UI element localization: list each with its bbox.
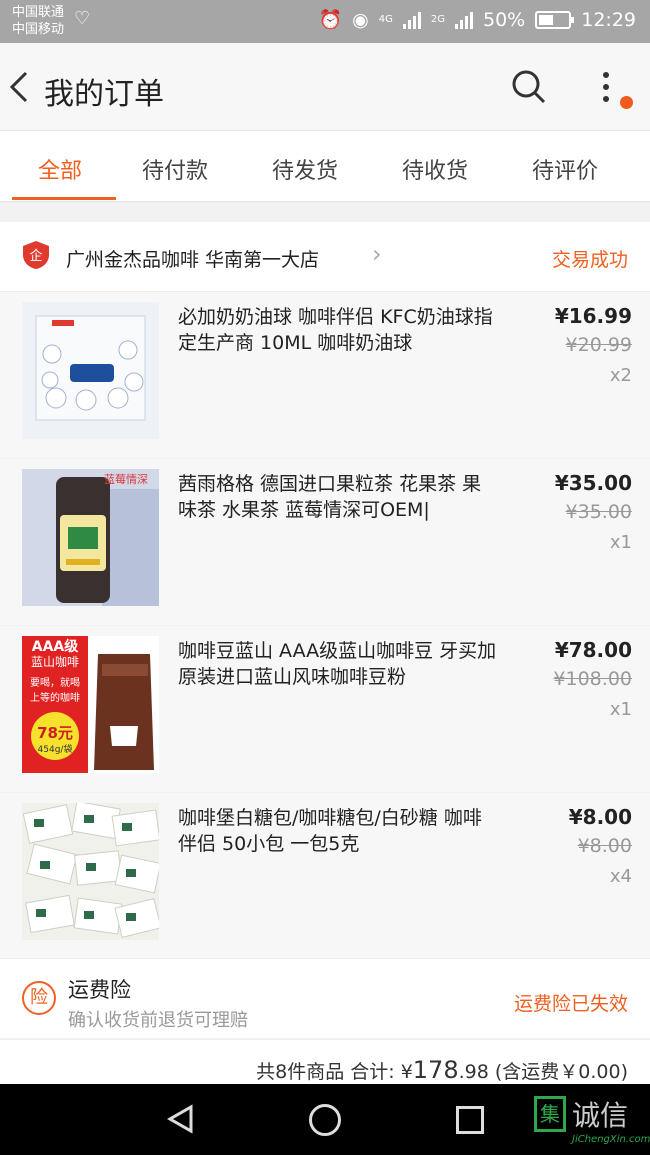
system-recents-icon[interactable] — [456, 1106, 484, 1134]
shop-shield-icon: 企 — [23, 241, 49, 269]
product-price: ¥35.00 — [554, 471, 632, 495]
image-weight-text: 454g/袋 — [37, 745, 73, 755]
product-image — [22, 302, 159, 439]
active-tab-indicator — [12, 197, 116, 200]
battery-icon — [535, 10, 575, 29]
watermark-text: 诚信 — [572, 1099, 629, 1132]
original-price: ¥20.99 — [565, 334, 632, 356]
battery-percent: 50% — [483, 8, 526, 31]
shop-header[interactable]: 企 广州金杰品咖啡 华南第一大店 › 交易成功 — [0, 222, 650, 292]
shop-name[interactable]: 广州金杰品咖啡 华南第一大店 — [66, 245, 319, 272]
total-label: 合计: ¥ — [350, 1061, 413, 1083]
shipping-fee: (含运费￥0.00) — [494, 1061, 628, 1083]
insurance-description: 确认收货前退货可理赔 — [68, 1010, 248, 1031]
product-price: ¥8.00 — [568, 805, 632, 829]
insurance-icon: 险 — [22, 981, 56, 1015]
product-image-label: 蓝莓情深 — [104, 473, 148, 486]
carrier-2: 中国移动 — [12, 22, 65, 37]
order-summary: 共8件商品 合计: ¥178.98 (含运费￥0.00) — [0, 1039, 650, 1084]
watermark-url: JiChengXin.com — [572, 1134, 650, 1145]
item-count: 共8件商品 — [256, 1061, 345, 1083]
product-title[interactable]: 茜雨格格 德国进口果粒茶 花果茶 果味茶 水果茶 蓝莓情深可OEM| — [178, 471, 500, 523]
product-title[interactable]: 咖啡堡白糖包/咖啡糖包/白砂糖 咖啡伴侣 50小包 一包5克 — [178, 805, 500, 857]
image-price-text: 78元 — [37, 724, 73, 742]
chevron-right-icon: › — [372, 240, 382, 268]
product-quantity: x2 — [609, 365, 632, 386]
system-back-icon[interactable] — [166, 1104, 196, 1134]
tab-pending-payment[interactable]: 待付款 — [142, 153, 208, 185]
order-tabs: 全部 待付款 待发货 待收货 待评价 — [0, 130, 650, 202]
notification-dot — [620, 96, 633, 109]
insurance-title: 运费险 — [68, 978, 131, 1002]
signal-2-icon — [455, 11, 473, 29]
product-image: AAA级 蓝山咖啡 要喝，就喝 上等的咖啡 78元 454g/袋 — [22, 636, 159, 773]
search-icon[interactable] — [511, 69, 547, 105]
status-bar: 中国联通 中国移动 ♡ ⏰ ◉ 4G 2G 50% 12:29 — [0, 0, 650, 43]
image-slogan-2: 上等的咖啡 — [30, 693, 80, 704]
carrier-info: 中国联通 中国移动 — [12, 4, 64, 38]
tab-pending-review[interactable]: 待评价 — [532, 153, 598, 185]
product-price: ¥16.99 — [554, 304, 632, 328]
tab-pending-receipt[interactable]: 待收货 — [402, 153, 468, 185]
net-2-label: 2G — [430, 14, 445, 25]
order-item[interactable]: AAA级 蓝山咖啡 要喝，就喝 上等的咖啡 78元 454g/袋 咖啡豆蓝山 A… — [0, 626, 650, 792]
original-price: ¥8.00 — [577, 835, 632, 857]
top-nav-bar: 我的订单 — [0, 43, 650, 130]
order-item[interactable]: 蓝莓情深 茜雨格格 德国进口果粒茶 花果茶 果味茶 水果茶 蓝莓情深可OEM| … — [0, 459, 650, 625]
order-item[interactable]: 必加奶奶油球 咖啡伴侣 KFC奶油球指定生产商 10ML 咖啡奶油球 ¥16.9… — [0, 292, 650, 458]
clock: 12:29 — [581, 8, 636, 31]
more-vertical-icon[interactable] — [595, 69, 617, 105]
watermark-logo-mark: 集 — [534, 1096, 566, 1132]
product-title[interactable]: 咖啡豆蓝山 AAA级蓝山咖啡豆 牙买加原装进口蓝山风味咖啡豆粉 — [178, 638, 500, 690]
total-amount-integer: 178 — [412, 1056, 459, 1084]
image-grade-text: AAA级 — [31, 639, 79, 655]
product-quantity: x1 — [609, 699, 632, 720]
product-quantity: x4 — [609, 866, 632, 887]
insurance-status: 运费险已失效 — [513, 993, 628, 1015]
product-quantity: x1 — [609, 532, 632, 553]
image-slogan-1: 要喝，就喝 — [30, 678, 80, 689]
product-image: 蓝莓情深 — [22, 469, 159, 606]
order-total: 共8件商品 合计: ¥178.98 (含运费￥0.00) — [256, 1056, 628, 1084]
original-price: ¥35.00 — [565, 501, 632, 523]
system-home-icon[interactable] — [309, 1104, 341, 1136]
image-brand-text: 蓝山咖啡 — [30, 655, 79, 669]
tab-pending-shipment[interactable]: 待发货 — [272, 153, 338, 185]
svg-text:企: 企 — [29, 248, 42, 264]
carrier-1: 中国联通 — [12, 5, 65, 20]
page-title: 我的订单 — [44, 77, 164, 112]
order-status: 交易成功 — [551, 249, 628, 271]
watermark-logo: 集 诚信 JiChengXin.com — [530, 1092, 650, 1152]
health-icon: ♡ — [74, 8, 91, 29]
system-nav-bar: 集 诚信 JiChengXin.com — [0, 1084, 650, 1155]
back-arrow-icon[interactable] — [6, 67, 36, 107]
order-item[interactable]: 咖啡堡白糖包/咖啡糖包/白砂糖 咖啡伴侣 50小包 一包5克 ¥8.00 ¥8.… — [0, 793, 650, 959]
status-right: ⏰ ◉ 4G 2G 50% 12:29 — [318, 8, 636, 32]
product-price: ¥78.00 — [554, 638, 632, 662]
product-title[interactable]: 必加奶奶油球 咖啡伴侣 KFC奶油球指定生产商 10ML 咖啡奶油球 — [178, 304, 500, 356]
signal-1-icon — [402, 11, 421, 29]
total-amount-decimal: .98 — [458, 1061, 489, 1083]
eye-icon: ◉ — [352, 8, 369, 31]
net-1-label: 4G — [378, 14, 393, 25]
shipping-insurance-row[interactable]: 险 运费险 确认收货前退货可理赔 运费险已失效 — [0, 958, 650, 1038]
original-price: ¥108.00 — [553, 668, 632, 690]
alarm-icon: ⏰ — [318, 9, 343, 31]
tab-all[interactable]: 全部 — [38, 153, 82, 185]
product-image — [22, 803, 159, 940]
